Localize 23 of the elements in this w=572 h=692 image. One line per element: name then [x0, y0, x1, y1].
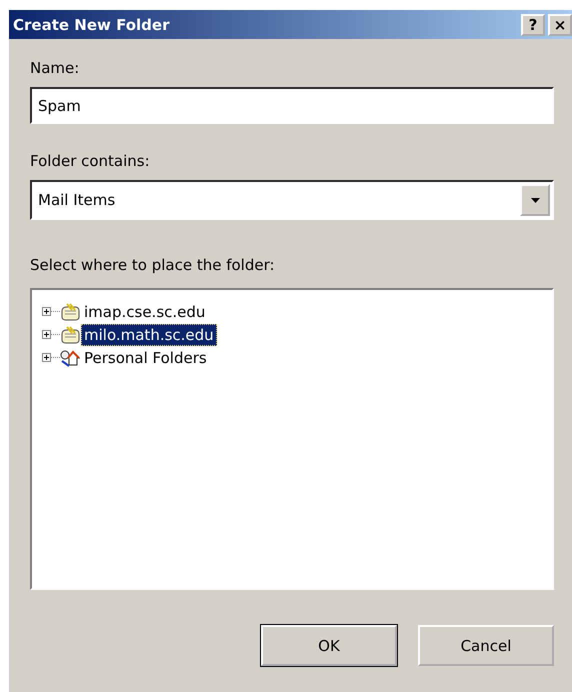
field-label: Name: — [30, 59, 80, 77]
folder-type-dropdown[interactable]: Mail Items — [30, 180, 554, 220]
dropdown-value: Mail Items — [38, 191, 116, 209]
caret-icon — [530, 198, 540, 202]
tree-item[interactable]: Personal Folders — [81, 346, 210, 368]
expand-icon[interactable] — [42, 307, 51, 316]
help-button[interactable]: ? — [521, 14, 545, 36]
dropdown-arrow-button[interactable] — [520, 184, 550, 216]
cancel-button[interactable]: Cancel — [418, 625, 554, 666]
ok-button[interactable]: OK — [261, 625, 397, 666]
folder-tree[interactable]: imap.cse.sc.edu milo.math.sc.edu Personal Folders — [30, 288, 554, 590]
expand-icon[interactable] — [42, 330, 51, 339]
house-folder-icon — [60, 348, 80, 366]
field-label: Folder contains: — [30, 152, 151, 170]
server-folder-icon — [60, 326, 80, 344]
name-field[interactable]: Spam — [30, 87, 554, 124]
expand-icon[interactable] — [42, 353, 51, 362]
close-button[interactable]: × — [548, 14, 572, 36]
tree-item[interactable]: imap.cse.sc.edu — [81, 300, 208, 322]
field-label: Select where to place the folder: — [30, 256, 276, 274]
server-folder-icon — [60, 302, 80, 320]
tree-item[interactable]: milo.math.sc.edu — [81, 324, 217, 346]
window-title: Create New Folder — [13, 16, 170, 34]
